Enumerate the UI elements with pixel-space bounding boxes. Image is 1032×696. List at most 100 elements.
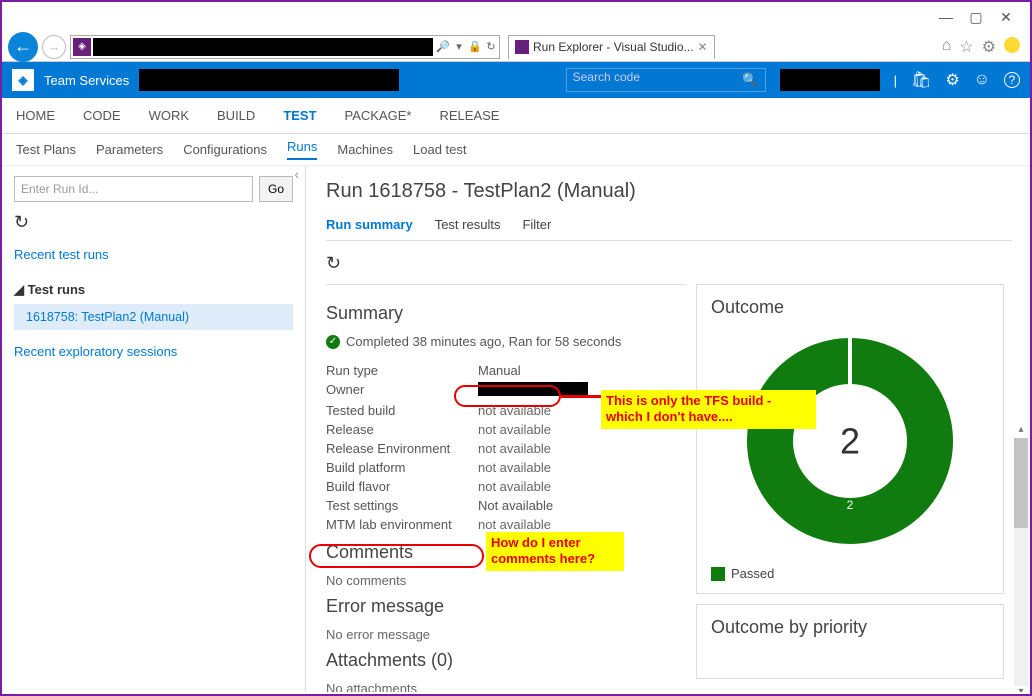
error-heading: Error message (326, 596, 680, 617)
nav-test[interactable]: TEST (283, 108, 316, 123)
window-close-button[interactable]: ✕ (1000, 11, 1012, 23)
scrollbar-track[interactable]: ▴ ▾ (1014, 438, 1028, 686)
collapse-chevron-icon[interactable]: ‹ (294, 166, 299, 182)
comments-body: No comments (326, 573, 680, 588)
label-release-env: Release Environment (326, 441, 478, 456)
tab-filter[interactable]: Filter (522, 217, 551, 232)
search-icon[interactable]: 🔍 (742, 72, 758, 88)
settings-gear-icon[interactable]: ⚙ (945, 70, 959, 90)
legend-swatch-passed (711, 567, 725, 581)
run-id-input[interactable] (14, 176, 253, 202)
feedback-smiley-icon[interactable]: ☺ (974, 71, 990, 89)
outcome-slice-count: 2 (847, 498, 854, 512)
annotation-circle-comments (309, 544, 484, 568)
scroll-up-icon[interactable]: ▴ (1014, 424, 1028, 438)
value-release-env: not available (478, 441, 551, 456)
attachments-body: No attachments (326, 681, 680, 692)
vsts-logo-icon[interactable]: ◈ (12, 69, 34, 91)
priority-panel: Outcome by priority (696, 604, 1004, 679)
nav-release[interactable]: RELEASE (440, 108, 500, 123)
run-title: Run 1618758 - TestPlan2 (Manual) (326, 180, 1030, 203)
nav-code[interactable]: CODE (83, 108, 121, 123)
refresh-icon[interactable]: ↻ (14, 212, 293, 233)
value-build-flavor: not available (478, 479, 551, 494)
sidebar: ‹ Go ↻ Recent test runs ◢ Test runs 1618… (2, 166, 306, 692)
go-button[interactable]: Go (259, 176, 293, 202)
address-bar[interactable]: ◈ 🔎 ▾ 🔒 ↻ (70, 35, 500, 59)
legend-label-passed: Passed (731, 566, 774, 581)
search-icon[interactable]: 🔎 (435, 40, 451, 53)
summary-heading: Summary (326, 303, 680, 324)
outcome-panel: Outcome 2 2 Passed (696, 284, 1004, 594)
tab-test-results[interactable]: Test results (435, 217, 501, 232)
label-test-settings: Test settings (326, 498, 478, 513)
nav-home[interactable]: HOME (16, 108, 55, 123)
subnav-configurations[interactable]: Configurations (183, 142, 267, 157)
refresh-icon[interactable]: ↻ (326, 253, 341, 274)
nav-work[interactable]: WORK (149, 108, 189, 123)
value-run-type: Manual (478, 363, 521, 378)
summary-column: Summary ✓ Completed 38 minutes ago, Ran … (326, 284, 686, 692)
priority-heading: Outcome by priority (711, 617, 989, 638)
nav-build[interactable]: BUILD (217, 108, 255, 123)
gear-icon[interactable]: ⚙ (982, 37, 996, 57)
outcome-chart: 2 2 (711, 328, 989, 560)
window-maximize-button[interactable]: ▢ (970, 11, 982, 23)
value-mtm: not available (478, 517, 551, 532)
tab-title: Run Explorer - Visual Studio... (533, 40, 694, 54)
browser-tab-active[interactable]: Run Explorer - Visual Studio... ✕ (508, 35, 715, 59)
code-search-field[interactable] (573, 70, 741, 84)
help-icon[interactable]: ? (1004, 72, 1020, 88)
tab-run-summary[interactable]: Run summary (326, 217, 413, 232)
attachments-heading: Attachments (0) (326, 650, 680, 671)
redacted-user (780, 69, 880, 91)
label-run-type: Run type (326, 363, 478, 378)
shop-icon[interactable]: 🛍 (911, 70, 931, 90)
browser-toolbar: ← → ◈ 🔎 ▾ 🔒 ↻ Run Explorer - Visual Stud… (2, 32, 1030, 62)
divider: | (894, 73, 897, 88)
annotation-text-comments: How do I enter comments here? (486, 532, 624, 571)
subnav-test-plans[interactable]: Test Plans (16, 142, 76, 157)
redacted-url (93, 38, 433, 56)
label-release: Release (326, 422, 478, 437)
tab-close-icon[interactable]: ✕ (698, 40, 708, 54)
subnav-load-test[interactable]: Load test (413, 142, 467, 157)
main-pane: Run 1618758 - TestPlan2 (Manual) Run sum… (306, 166, 1030, 692)
subnav-machines[interactable]: Machines (337, 142, 393, 157)
outcome-total: 2 (840, 420, 860, 462)
status-text: Completed 38 minutes ago, Ran for 58 sec… (346, 334, 621, 349)
smiley-icon[interactable] (1004, 37, 1020, 53)
scrollbar-thumb[interactable] (1014, 438, 1028, 528)
recent-test-runs-link[interactable]: Recent test runs (14, 247, 293, 262)
code-search-input[interactable]: 🔍 (566, 68, 766, 92)
subnav-runs[interactable]: Runs (287, 139, 317, 160)
test-runs-heading[interactable]: ◢ Test runs (14, 282, 293, 298)
annotation-circle-tested-build (454, 385, 561, 407)
label-mtm: MTM lab environment (326, 517, 478, 532)
product-name: Team Services (44, 73, 129, 88)
value-build-platform: not available (478, 460, 551, 475)
dropdown-icon[interactable]: ▾ (451, 40, 467, 53)
label-tested-build: Tested build (326, 403, 478, 418)
outcome-column: Outcome 2 2 Passed Outc (696, 284, 1026, 692)
refresh-icon[interactable]: ↻ (483, 40, 499, 53)
content-area: ‹ Go ↻ Recent test runs ◢ Test runs 1618… (2, 166, 1030, 692)
favorite-icon[interactable]: ☆ (959, 37, 973, 57)
subnav-parameters[interactable]: Parameters (96, 142, 163, 157)
nav-package[interactable]: PACKAGE* (345, 108, 412, 123)
nav-back-button[interactable]: ← (8, 32, 38, 62)
scroll-down-icon[interactable]: ▾ (1014, 686, 1028, 692)
completed-check-icon: ✓ (326, 335, 340, 349)
value-release: not available (478, 422, 551, 437)
home-icon[interactable]: ⌂ (942, 37, 952, 57)
window-minimize-button[interactable]: — (940, 11, 952, 23)
outcome-legend: Passed (711, 566, 989, 581)
test-run-item[interactable]: 1618758: TestPlan2 (Manual) (14, 304, 293, 330)
hub-nav: HOME CODE WORK BUILD TEST PACKAGE* RELEA… (2, 98, 1030, 134)
vsts-header: ◈ Team Services 🔍 | 🛍 ⚙ ☺ ? (2, 62, 1030, 98)
nav-forward-button: → (42, 35, 66, 59)
test-subnav: Test Plans Parameters Configurations Run… (2, 134, 1030, 166)
annotation-text-build: This is only the TFS build - which I don… (601, 390, 816, 429)
recent-exploratory-link[interactable]: Recent exploratory sessions (14, 344, 293, 359)
vs-icon: ◈ (73, 38, 91, 56)
